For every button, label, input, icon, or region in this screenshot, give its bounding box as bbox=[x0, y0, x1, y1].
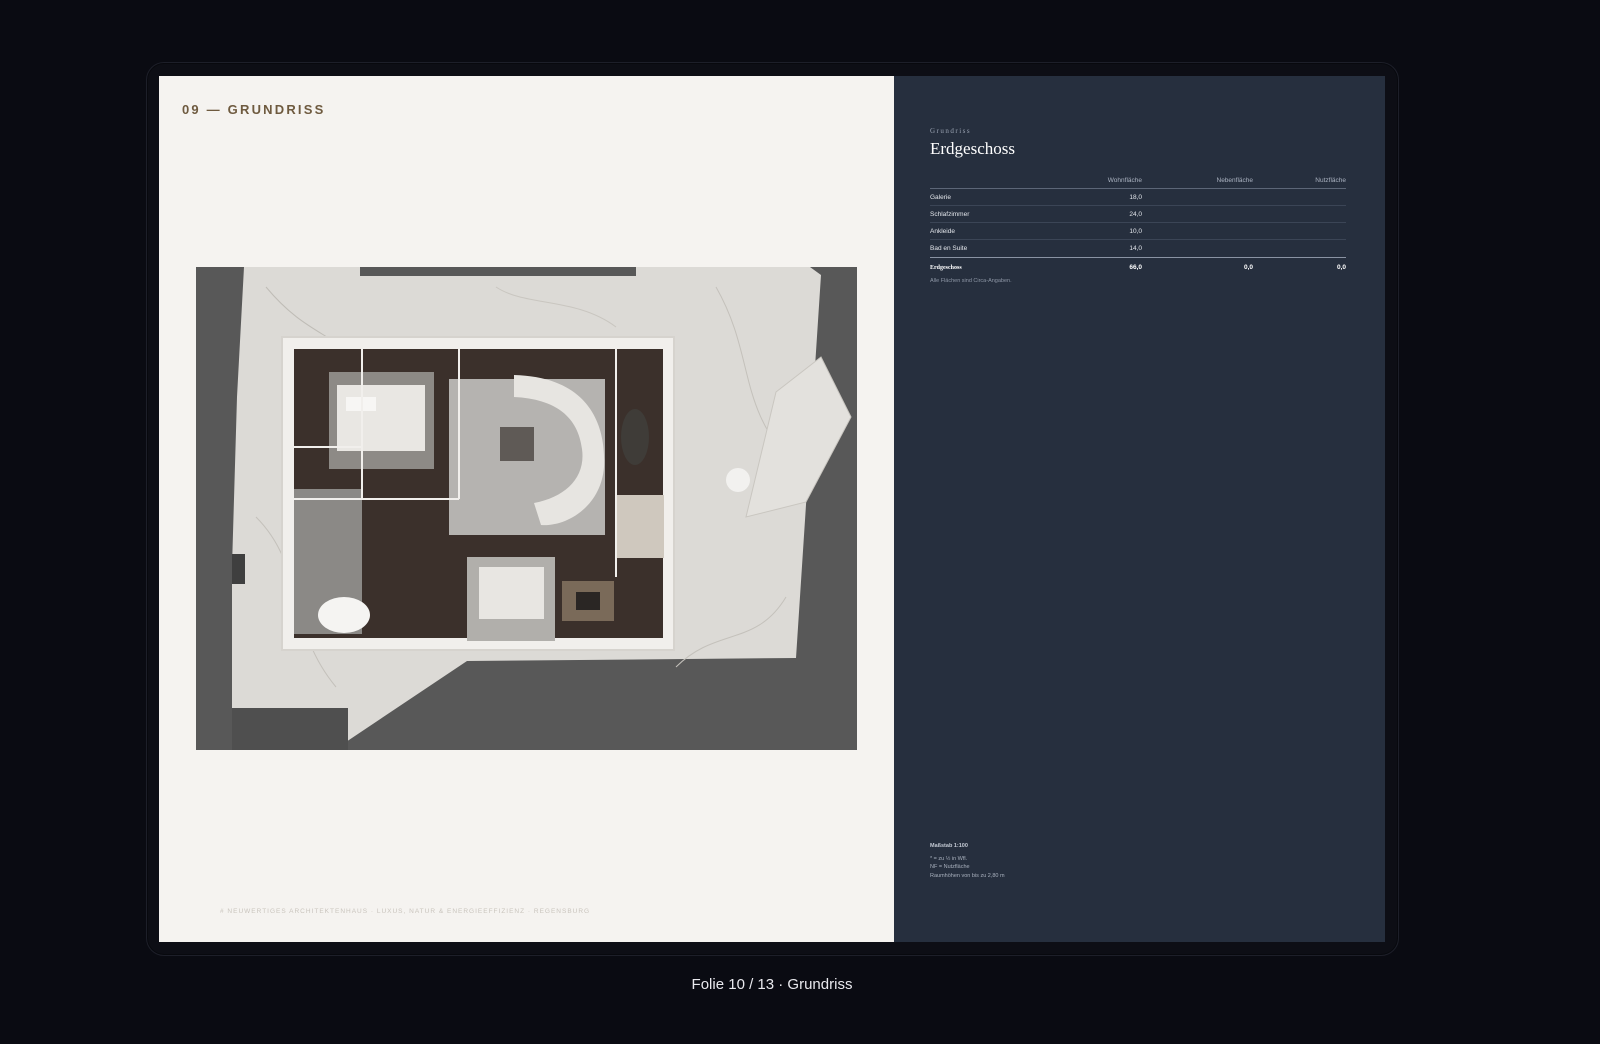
footer-note: # NEUWERTIGES ARCHITEKTENHAUS · LUXUS, N… bbox=[220, 908, 591, 915]
wohnflaeche-value: 24,0 bbox=[1129, 210, 1142, 218]
legend-scale: Maßstab 1:100 bbox=[930, 843, 968, 849]
floorplan-render-icon bbox=[232, 267, 852, 750]
total-label: Erdgeschoss bbox=[930, 264, 962, 271]
slide-caption: Folie 10 / 13 · Grundriss bbox=[691, 976, 853, 993]
wohnflaeche-value: 14,0 bbox=[1129, 244, 1142, 252]
header-wohnflaeche: Wohnfläche bbox=[1107, 176, 1142, 184]
legend-line: * = zu ½ in Wfl. bbox=[930, 855, 968, 862]
room-name: Schlafzimmer bbox=[930, 210, 970, 218]
table-header: Wohnfläche Nebenfläche Nutzfläche bbox=[930, 172, 1346, 189]
table-total-row: Erdgeschoss 66,0 0,0 0,0 bbox=[930, 257, 1346, 277]
panel-eyebrow: Grundriss bbox=[930, 127, 972, 135]
slide-left-panel: 09 — GRUNDRISS # NEUWERTIGES ARCHITEKTEN… bbox=[159, 76, 894, 942]
area-note: Alle Flächen sind Circa-Angaben. bbox=[930, 278, 1012, 284]
wohnflaeche-value: 18,0 bbox=[1129, 193, 1142, 201]
room-name: Galerie bbox=[930, 193, 951, 201]
header-nebenflaeche: Nebenfläche bbox=[1216, 176, 1254, 184]
total-nebenflaeche: 0,0 bbox=[1243, 264, 1253, 271]
room-name: Ankleide bbox=[930, 227, 955, 235]
total-wohnflaeche: 66,0 bbox=[1129, 264, 1142, 271]
legend: Maßstab 1:100 * = zu ½ in Wfl. NF = Nutz… bbox=[930, 842, 1005, 880]
slide-right-panel: Grundriss Erdgeschoss Wohnfläche Nebenfl… bbox=[894, 76, 1385, 942]
section-label: 09 — GRUNDRISS bbox=[182, 102, 326, 117]
table-row: Bad en Suite 14,0 bbox=[930, 240, 1346, 256]
table-row: Ankleide 10,0 bbox=[930, 223, 1346, 240]
slide: 09 — GRUNDRISS # NEUWERTIGES ARCHITEKTEN… bbox=[159, 76, 1385, 942]
wohnflaeche-value: 10,0 bbox=[1129, 227, 1142, 235]
legend-line: NF = Nutzfläche bbox=[930, 864, 970, 870]
floorplan-image bbox=[196, 267, 857, 750]
area-table: Wohnfläche Nebenfläche Nutzfläche Galeri… bbox=[930, 172, 1346, 277]
panel-title: Erdgeschoss bbox=[930, 139, 1015, 158]
room-name: Bad en Suite bbox=[930, 244, 968, 252]
total-nutzflaeche: 0,0 bbox=[1336, 264, 1346, 271]
table-row: Galerie 18,0 bbox=[930, 189, 1346, 206]
legend-line: Raumhöhen von bis zu 2,80 m bbox=[930, 872, 1005, 879]
header-nutzflaeche: Nutzfläche bbox=[1315, 176, 1346, 184]
table-row: Schlafzimmer 24,0 bbox=[930, 206, 1346, 223]
